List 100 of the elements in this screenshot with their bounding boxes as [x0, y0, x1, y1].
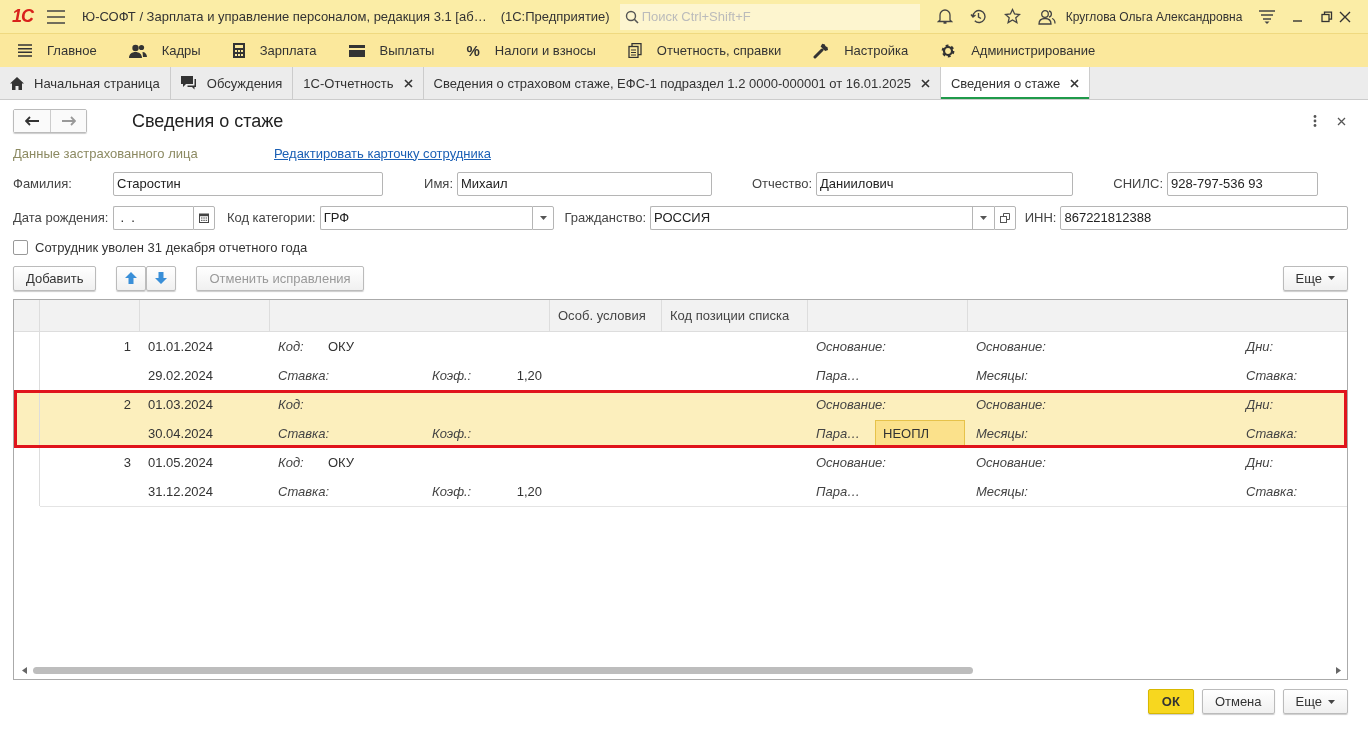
- category-field[interactable]: ГРФ: [319, 205, 533, 230]
- scroll-left-icon[interactable]: [22, 666, 27, 674]
- edit-employee-link[interactable]: Редактировать карточку сотрудника: [274, 145, 491, 161]
- card-icon: [348, 44, 365, 57]
- scroll-right-icon[interactable]: [1336, 666, 1341, 674]
- field-caption: Основание:: [816, 455, 886, 470]
- section-menu-item[interactable]: % Налоги и взносы: [466, 42, 596, 59]
- more-options-icon[interactable]: [1313, 115, 1317, 127]
- calendar-button[interactable]: [192, 205, 215, 230]
- field-label: ИНН:: [1023, 210, 1058, 225]
- section-menu-item[interactable]: Кадры: [128, 43, 201, 58]
- table-cell: ОКУ: [328, 339, 355, 354]
- field-caption: Код:: [278, 455, 305, 470]
- column-header[interactable]: Особ. условия: [558, 308, 646, 323]
- users-icon[interactable]: [1037, 8, 1056, 25]
- section-menu-item[interactable]: Главное: [18, 43, 97, 58]
- table-cell: 01.01.2024: [148, 339, 214, 354]
- field-label: Фамилия:: [13, 176, 73, 191]
- table-cell: 01.05.2024: [148, 455, 214, 470]
- dropdown-button[interactable]: [971, 205, 994, 230]
- section-menu-item[interactable]: Отчетность, справки: [627, 43, 782, 58]
- table-row[interactable]: 3 01.05.2024 Код: ОКУ Основание: Основание: Дни: 31.12.2024 Ставка: Коэф.: 1,20 Пара… Месяцы: Ставка:: [14, 448, 1347, 506]
- close-icon[interactable]: [920, 78, 930, 88]
- dropdown-button[interactable]: [532, 205, 555, 230]
- column-header[interactable]: Код позиции списка: [670, 308, 790, 323]
- row-number: 3: [123, 455, 131, 470]
- close-icon[interactable]: [1070, 78, 1080, 88]
- close-icon[interactable]: [403, 78, 413, 88]
- caret-icon: [1328, 699, 1335, 704]
- table-cell: ОКУ: [328, 455, 355, 470]
- scrollbar-thumb[interactable]: [33, 666, 973, 674]
- close-icon[interactable]: [1339, 10, 1351, 23]
- birth-date-field[interactable]: . .: [112, 205, 193, 230]
- chat-icon: [180, 75, 197, 91]
- move-down-button[interactable]: [146, 265, 177, 291]
- settings-lines-icon[interactable]: [1259, 9, 1276, 24]
- field-caption: Код:: [278, 397, 305, 412]
- table-cell-text: 1,20: [515, 368, 542, 383]
- open-window-icon: [999, 212, 1010, 223]
- gear-icon: [940, 42, 957, 59]
- field-caption: Ставка:: [278, 426, 331, 441]
- tab[interactable]: Сведения о страховом стаже, ЕФС-1 подраздел 1.2 0000-000001 от 16.01.2025: [423, 67, 941, 99]
- checkbox[interactable]: [13, 240, 28, 255]
- star-icon[interactable]: [1003, 8, 1021, 25]
- people-icon: [128, 43, 147, 58]
- table-cell: 01.03.2024: [148, 397, 214, 412]
- field-caption: Основание:: [816, 339, 886, 354]
- menu-icon[interactable]: [47, 9, 65, 24]
- search-field[interactable]: Поиск Ctrl+Shift+F: [619, 3, 920, 30]
- field-caption: Код:: [278, 339, 305, 354]
- user-name[interactable]: Круглова Ольга Александровна: [1065, 9, 1243, 24]
- bell-icon[interactable]: [936, 8, 953, 25]
- section-menu-item[interactable]: Зарплата: [232, 43, 317, 58]
- ok-button[interactable]: ОК: [1147, 689, 1194, 714]
- tab[interactable]: 1С-Отчетность: [293, 67, 424, 99]
- up-arrow-icon: [125, 272, 138, 284]
- back-arrow-icon: [25, 116, 39, 126]
- close-icon[interactable]: [1337, 116, 1346, 126]
- checkbox-label: Сотрудник уволен 31 декабря отчетного года: [35, 240, 308, 255]
- field-caption: Дни:: [1246, 455, 1274, 470]
- cancel-button[interactable]: Отмена: [1201, 689, 1275, 714]
- field-caption: Основание:: [976, 397, 1047, 412]
- tab[interactable]: Обсуждения: [170, 67, 294, 99]
- documents-icon: [627, 43, 642, 58]
- field-label: СНИЛС:: [1112, 176, 1164, 191]
- caret-icon: [979, 215, 987, 220]
- patronymic-field[interactable]: Даниилович: [816, 171, 1073, 196]
- field-caption: Пара…: [816, 484, 862, 499]
- history-icon[interactable]: [969, 8, 987, 25]
- platform-label: (1С:Предприятие): [500, 9, 610, 24]
- add-button[interactable]: Добавить: [13, 265, 97, 291]
- field-caption: Пара…: [816, 426, 862, 441]
- section-menu-item[interactable]: Настройка: [813, 42, 909, 59]
- section-menu-item[interactable]: Администрирование: [940, 42, 1096, 59]
- open-button[interactable]: [993, 205, 1016, 230]
- row-number: 1: [123, 339, 131, 354]
- field-caption: Основание:: [816, 397, 886, 412]
- move-up-button[interactable]: [116, 265, 147, 291]
- field-caption: Основание:: [976, 339, 1047, 354]
- more-button[interactable]: Еще: [1282, 265, 1348, 291]
- snils-field[interactable]: 928-797-536 93: [1167, 171, 1318, 196]
- section-menu-item[interactable]: Выплаты: [348, 43, 435, 58]
- calculator-icon: [232, 43, 245, 58]
- surname-field[interactable]: Старостин: [113, 171, 383, 196]
- field-caption: Месяцы:: [976, 368, 1029, 383]
- name-field[interactable]: Михаил: [457, 171, 712, 196]
- tab[interactable]: Сведения о стаже: [940, 67, 1091, 99]
- restore-icon[interactable]: [1321, 10, 1334, 23]
- forward-arrow-icon: [61, 116, 76, 126]
- field-label: Имя:: [423, 176, 454, 191]
- tab[interactable]: Начальная страница: [0, 67, 171, 99]
- back-button[interactable]: [14, 110, 50, 132]
- field-label: Код категории:: [225, 210, 317, 225]
- more-button[interactable]: Еще: [1282, 689, 1348, 714]
- field-label: Гражданство:: [563, 210, 648, 225]
- table-row[interactable]: 2 01.03.2024 Код: Основание: Основание: Дни: 30.04.2024 Ставка: Коэф.: Пара… НЕОПЛ Месяцы: Ставка:: [14, 390, 1347, 448]
- caret-icon: [1328, 276, 1335, 280]
- citizenship-field[interactable]: РОССИЯ: [650, 205, 972, 230]
- table-cell[interactable]: НЕОПЛ: [875, 420, 965, 447]
- inn-field[interactable]: 867221812388: [1060, 205, 1348, 230]
